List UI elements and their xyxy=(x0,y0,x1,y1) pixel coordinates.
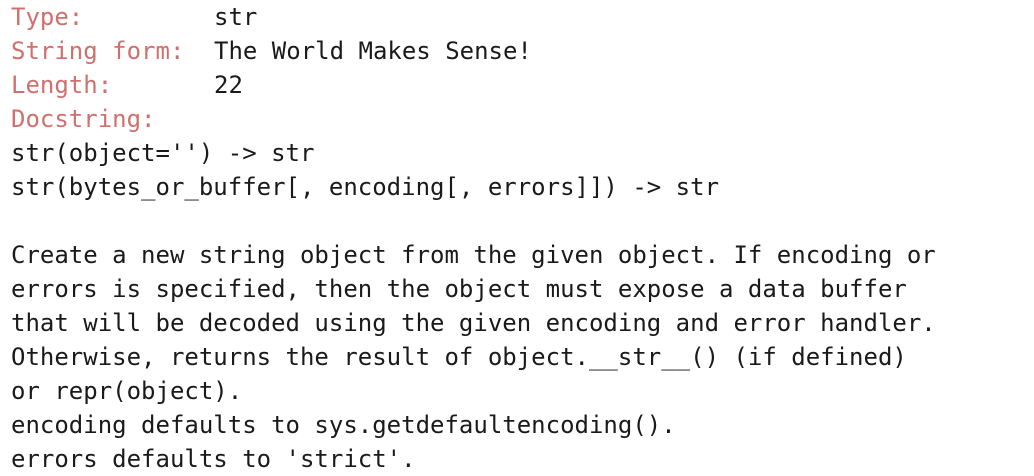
string-form-value: The World Makes Sense! xyxy=(214,37,532,65)
length-row: Length: 22 xyxy=(11,68,1034,102)
docstring-body-line: Create a new string object from the give… xyxy=(11,238,1034,272)
docstring-text: encoding defaults to sys.getdefaultencod… xyxy=(11,411,676,439)
signature-text: str(object='') -> str xyxy=(11,139,315,167)
docstring-body-line: that will be decoded using the given enc… xyxy=(11,306,1034,340)
object-info-output: Type: str String form: The World Makes S… xyxy=(0,0,1034,476)
docstring-text: or repr(object). xyxy=(11,377,243,405)
string-form-row: String form: The World Makes Sense! xyxy=(11,34,1034,68)
docstring-text: that will be decoded using the given enc… xyxy=(11,309,936,337)
docstring-text: Create a new string object from the give… xyxy=(11,241,936,269)
type-label: Type: xyxy=(11,3,84,31)
type-row: Type: str xyxy=(11,0,1034,34)
docstring-body-line: Otherwise, returns the result of object.… xyxy=(11,340,1034,374)
docstring-row: Docstring: xyxy=(11,102,1034,136)
type-value: str xyxy=(214,3,258,31)
docstring-body-line: errors defaults to 'strict'. xyxy=(11,442,1034,476)
signature-line: str(object='') -> str xyxy=(11,136,1034,170)
docstring-body-line: encoding defaults to sys.getdefaultencod… xyxy=(11,408,1034,442)
length-value: 22 xyxy=(214,71,243,99)
length-label: Length: xyxy=(11,71,113,99)
docstring-text: errors defaults to 'strict'. xyxy=(11,445,416,473)
docstring-body-line: errors is specified, then the object mus… xyxy=(11,272,1034,306)
docstring-text: errors is specified, then the object mus… xyxy=(11,275,907,303)
signature-text: str(bytes_or_buffer[, encoding[, errors]… xyxy=(11,173,720,201)
docstring-body-line: or repr(object). xyxy=(11,374,1034,408)
signature-line: str(bytes_or_buffer[, encoding[, errors]… xyxy=(11,170,1034,204)
string-form-label: String form: xyxy=(11,37,185,65)
docstring-text: Otherwise, returns the result of object.… xyxy=(11,343,907,371)
docstring-label: Docstring: xyxy=(11,105,156,133)
